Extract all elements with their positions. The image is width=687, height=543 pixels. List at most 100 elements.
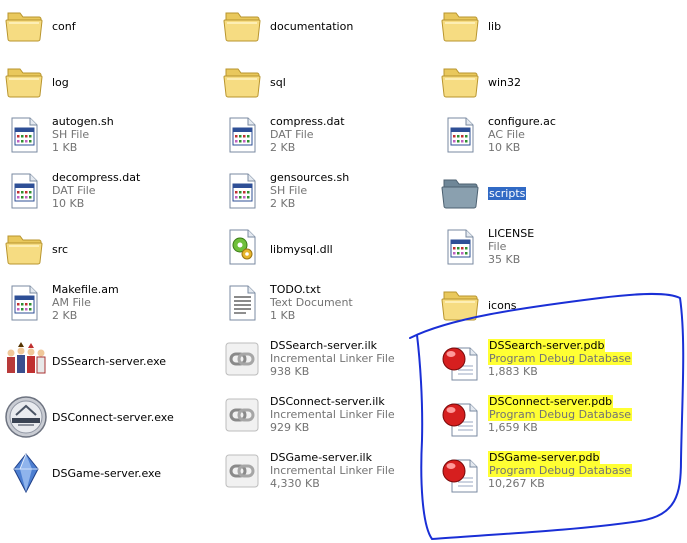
- folder-selected-icon: [440, 171, 484, 215]
- file-item-lib[interactable]: lib: [440, 4, 655, 54]
- file-name: DSConnect-server.pdb: [488, 395, 614, 408]
- file-item-dsconnect-exe[interactable]: DSConnect-server.exe: [4, 395, 219, 445]
- file-name: LICENSE: [488, 227, 535, 240]
- dll-file-icon: [222, 227, 266, 271]
- file-name: DSGame-server.pdb: [488, 451, 601, 464]
- file-item-configure[interactable]: configure.ac AC File 10 KB: [440, 115, 655, 165]
- file-type: Incremental Linker File: [270, 464, 395, 477]
- file-item-dsgame-exe[interactable]: DSGame-server.exe: [4, 451, 219, 501]
- file-type: DAT File: [270, 128, 314, 141]
- file-item-win32[interactable]: win32: [440, 60, 655, 110]
- file-item-license[interactable]: LICENSE File 35 KB: [440, 227, 655, 277]
- file-size: 10 KB: [52, 197, 85, 210]
- file-item-todo[interactable]: TODO.txt Text Document 1 KB: [222, 283, 437, 333]
- file-name: DSConnect-server.ilk: [270, 395, 385, 408]
- file-item-dsgame-pdb[interactable]: DSGame-server.pdb Program Debug Database…: [440, 451, 655, 501]
- generic-file-icon: [440, 115, 484, 159]
- blue-crystal-icon: [4, 451, 48, 495]
- file-name: libmysql.dll: [270, 243, 333, 256]
- debug-database-icon: [440, 395, 484, 439]
- file-item-gensources[interactable]: gensources.sh SH File 2 KB: [222, 171, 437, 221]
- file-size: 4,330 KB: [270, 477, 320, 490]
- file-type: AC File: [488, 128, 525, 141]
- file-size: 1,659 KB: [488, 421, 538, 434]
- file-type: Text Document: [270, 296, 353, 309]
- file-name: compress.dat: [270, 115, 345, 128]
- file-name: decompress.dat: [52, 171, 141, 184]
- file-item-autogen[interactable]: autogen.sh SH File 1 KB: [4, 115, 219, 165]
- generic-file-icon: [222, 115, 266, 159]
- chain-link-icon: [222, 451, 266, 495]
- text-document-icon: [222, 283, 266, 327]
- file-item-libmysql[interactable]: libmysql.dll: [222, 227, 437, 277]
- final-fantasy-emblem-icon: [4, 395, 48, 439]
- file-item-makefile[interactable]: Makefile.am AM File 2 KB: [4, 283, 219, 333]
- folder-icon: [440, 4, 484, 48]
- generic-file-icon: [222, 171, 266, 215]
- file-item-log[interactable]: log: [4, 60, 219, 110]
- file-size: 35 KB: [488, 253, 521, 266]
- file-type: Program Debug Database: [488, 352, 633, 365]
- folder-icon: [440, 283, 484, 327]
- folder-icon: [4, 60, 48, 104]
- folder-icon: [4, 4, 48, 48]
- file-name: configure.ac: [488, 115, 556, 128]
- chain-link-icon: [222, 395, 266, 439]
- file-type: SH File: [52, 128, 90, 141]
- debug-database-icon: [440, 339, 484, 383]
- file-size: 1 KB: [270, 309, 296, 322]
- file-name: scripts: [488, 187, 527, 200]
- file-item-src[interactable]: src: [4, 227, 219, 277]
- file-type: DAT File: [52, 184, 96, 197]
- file-size: 929 KB: [270, 421, 310, 434]
- file-size: 2 KB: [270, 141, 296, 154]
- file-name: autogen.sh: [52, 115, 114, 128]
- file-item-conf[interactable]: conf: [4, 4, 219, 54]
- file-size: 2 KB: [270, 197, 296, 210]
- file-type: File: [488, 240, 507, 253]
- file-item-scripts[interactable]: scripts: [440, 171, 655, 221]
- file-name: Makefile.am: [52, 283, 119, 296]
- file-size: 1 KB: [52, 141, 78, 154]
- file-type: Program Debug Database: [488, 408, 633, 421]
- file-item-dsgame-ilk[interactable]: DSGame-server.ilk Incremental Linker Fil…: [222, 451, 437, 501]
- file-item-dssearch-exe[interactable]: DSSearch-server.exe: [4, 339, 219, 389]
- file-item-icons[interactable]: icons: [440, 283, 655, 333]
- file-name: DSGame-server.exe: [52, 467, 161, 480]
- file-name: sql: [270, 76, 286, 89]
- file-name: src: [52, 243, 69, 256]
- file-item-compress[interactable]: compress.dat DAT File 2 KB: [222, 115, 437, 165]
- generic-file-icon: [440, 227, 484, 271]
- file-name: DSConnect-server.exe: [52, 411, 174, 424]
- file-name: DSSearch-server.pdb: [488, 339, 606, 352]
- folder-icon: [222, 60, 266, 104]
- file-item-dsconnect-ilk[interactable]: DSConnect-server.ilk Incremental Linker …: [222, 395, 437, 445]
- file-item-sql[interactable]: sql: [222, 60, 437, 110]
- file-name: DSSearch-server.ilk: [270, 339, 378, 352]
- file-size: 10 KB: [488, 141, 521, 154]
- generic-file-icon: [4, 283, 48, 327]
- file-name: DSGame-server.ilk: [270, 451, 372, 464]
- party-characters-icon: [4, 339, 48, 383]
- folder-icon: [4, 227, 48, 271]
- file-name: win32: [488, 76, 522, 89]
- file-item-documentation[interactable]: documentation: [222, 4, 437, 54]
- file-size: 2 KB: [52, 309, 78, 322]
- file-type: Incremental Linker File: [270, 352, 395, 365]
- chain-link-icon: [222, 339, 266, 383]
- file-name: TODO.txt: [270, 283, 321, 296]
- file-item-decompress[interactable]: decompress.dat DAT File 10 KB: [4, 171, 219, 221]
- file-item-dssearch-ilk[interactable]: DSSearch-server.ilk Incremental Linker F…: [222, 339, 437, 389]
- file-type: AM File: [52, 296, 91, 309]
- file-name: gensources.sh: [270, 171, 350, 184]
- file-type: SH File: [270, 184, 308, 197]
- generic-file-icon: [4, 115, 48, 159]
- file-name: icons: [488, 299, 517, 312]
- file-item-dsconnect-pdb[interactable]: DSConnect-server.pdb Program Debug Datab…: [440, 395, 655, 445]
- file-name: DSSearch-server.exe: [52, 355, 167, 368]
- file-item-dssearch-pdb[interactable]: DSSearch-server.pdb Program Debug Databa…: [440, 339, 655, 389]
- file-name: conf: [52, 20, 76, 33]
- file-type: Incremental Linker File: [270, 408, 395, 421]
- file-name: lib: [488, 20, 502, 33]
- file-type: Program Debug Database: [488, 464, 633, 477]
